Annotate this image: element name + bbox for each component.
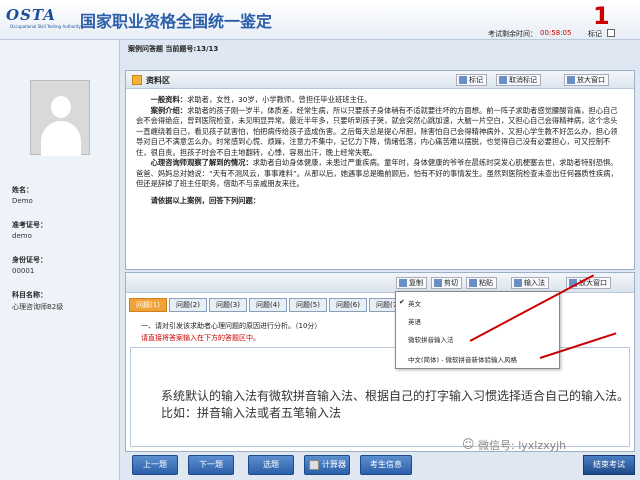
osta-logo: OSTA [6,6,56,24]
copy-label: 复制 [409,279,423,287]
paste-label: 粘贴 [479,279,493,287]
ime-option-ms-pinyin[interactable]: 微软拼音输入法 [408,334,454,344]
prev-button[interactable]: 上一题 [132,455,178,475]
avatar [30,80,90,156]
next-button[interactable]: 下一题 [188,455,234,475]
candidate-sidebar: 姓名： Demo 准考证号： demo 身份证号： 00001 科目名称： 心理… [0,40,120,480]
observation-paragraph: 心理咨询师观察了解到的情况：求助者自幼身体健康，未患过严重疾病。童年时，身体健康… [136,158,624,190]
tab-question-1[interactable]: 问题(1) [129,298,167,312]
calculator-label: 计算器 [322,460,346,469]
ime-option-english[interactable]: 英文 [408,298,421,308]
paste-icon [469,279,477,287]
name-label: 姓名： [12,186,33,194]
material-panel: 资料区 标记 取消标记 放大窗口 一般资料：求助者，女性，30岁，小学教师，曾担… [125,70,635,270]
subject-label: 科目名称： [12,291,47,299]
unmark-button[interactable]: 取消标记 [496,74,541,86]
general-info-label: 一般资料： [150,95,188,104]
mark-label: 标记 [588,30,602,38]
answer-instruction: 请直接将答案输入在下方的答题区中。 [141,334,260,342]
copy-icon [399,279,407,287]
answer-note: 系统默认的输入法有微软拼音输入法、根据自己的打字输入习惯选择适合自己的输入法。比… [161,389,630,420]
ticket-value: demo [12,232,32,240]
calculator-icon [309,460,319,470]
end-exam-button[interactable]: 结束考试 [583,455,635,475]
question-text: 一、请对引发该求助者心理问题的原因进行分析。（10分） [141,322,322,330]
unmark-icon [499,76,507,84]
case-intro-paragraph: 案例介绍：求助者的孩子刚一岁半，体质差，经常生病，所以只要孩子身体稍有不适就要往… [136,106,624,159]
folder-icon [132,75,142,85]
general-info-paragraph: 一般资料：求助者，女性，30岁，小学教师，曾担任毕业班班主任。 [136,95,624,106]
wechat-icon: ☺ [462,437,475,451]
case-intro-text: 求助者的孩子刚一岁半，体质差，经常生病，所以只要孩子身体稍有不适就要往坏的方面想… [136,105,618,157]
watermark: 微信号: lyxlzxyjh [478,439,567,452]
header-bar: OSTA Occupational Skill Testing Authorit… [0,0,640,40]
select-question-button[interactable]: 选题 [248,455,294,475]
question-indicator: 案例问答题 当前题号:13/13 [128,45,219,53]
enlarge-button-label: 放大窗口 [577,76,605,84]
avatar-head-icon [51,96,71,118]
tab-question-2[interactable]: 问题(2) [169,298,207,312]
case-intro-label: 案例介绍： [150,105,188,115]
tab-question-4[interactable]: 问题(4) [249,298,287,312]
pencil-icon [459,76,467,84]
ime-option-ms-pinyin-new[interactable]: 中文(简体) - 微软拼音新体验输入风格 [408,354,517,364]
ime-label: 输入法 [524,279,545,287]
tab-question-3[interactable]: 问题(3) [209,298,247,312]
ime-option-english-us[interactable]: 英语 [408,316,421,326]
check-icon: ✔ [399,298,405,306]
subject-value: 心理咨询师B2级 [12,303,64,311]
observation-label: 心理咨询师观察了解到的情况： [150,158,253,167]
timer-value: 00:58:05 [540,29,572,37]
avatar-body-icon [41,121,81,156]
enlarge-icon [567,76,575,84]
tab-question-6[interactable]: 问题(6) [329,298,367,312]
logo-subtitle: Occupational Skill Testing Authority [10,24,81,29]
scissors-icon [434,279,442,287]
page-title: 国家职业资格全国统一鉴定 [80,12,273,31]
calculator-button[interactable]: 计算器 [304,455,350,475]
mark-checkbox[interactable] [607,29,615,37]
timer-label: 考试剩余时间： [488,30,537,38]
unmark-button-label: 取消标记 [509,76,537,84]
name-value: Demo [12,197,33,205]
mark-button[interactable]: 标记 [456,74,487,86]
question-prompt: 请依据以上案例，回答下列问题： [150,195,261,205]
mark-button-label: 标记 [469,76,483,84]
answer-toolbar: 复制 剪切 粘贴 输入法 放大窗口 [126,273,634,293]
id-label: 身份证号： [12,256,47,264]
ime-dropdown: ✔ 英文 英语 微软拼音输入法 中文(简体) - 微软拼音新体验输入风格 [395,291,560,369]
copy-button[interactable]: 复制 [396,277,427,289]
paste-button[interactable]: 粘贴 [466,277,497,289]
material-header: 资料区 标记 取消标记 放大窗口 [126,71,634,89]
material-title: 资料区 [146,76,170,85]
ticket-label: 准考证号： [12,221,47,229]
ime-button[interactable]: 输入法 [511,277,549,289]
tab-question-5[interactable]: 问题(5) [289,298,327,312]
candidate-info-button[interactable]: 考生信息 [360,455,412,475]
cut-label: 剪切 [444,279,458,287]
enlarge-button[interactable]: 放大窗口 [564,74,609,86]
cut-button[interactable]: 剪切 [431,277,462,289]
material-text: 一般资料：求助者，女性，30岁，小学教师，曾担任毕业班班主任。 案例介绍：求助者… [126,89,634,212]
current-question-number: 1 [593,2,610,30]
general-info-text: 求助者，女性，30岁，小学教师，曾担任毕业班班主任。 [187,95,372,104]
keyboard-icon [514,279,522,287]
id-value: 00001 [12,267,35,275]
